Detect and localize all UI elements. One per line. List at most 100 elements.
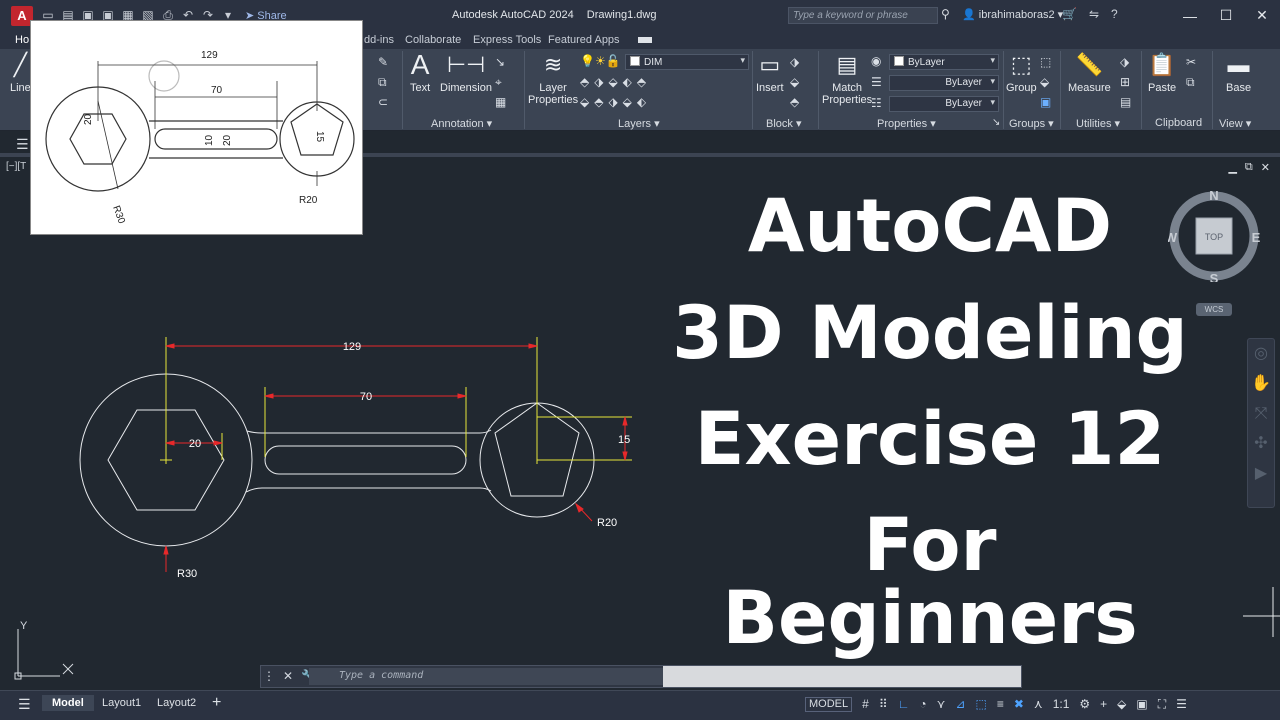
tab-layout2[interactable]: Layout2 xyxy=(157,697,196,709)
pan-icon[interactable]: ✋ xyxy=(1248,369,1274,399)
hamburger-menu-icon[interactable]: ☰ xyxy=(16,136,29,153)
block-attributes-icon[interactable]: ⬘ xyxy=(790,95,799,109)
workspace-gear-icon[interactable]: ⚙ xyxy=(1079,697,1090,712)
copy-clip-icon[interactable]: ⧉ xyxy=(1186,75,1195,90)
utilities-panel-title[interactable]: Utilities ▾ xyxy=(1076,117,1120,130)
properties-launcher-icon[interactable]: ↘ xyxy=(992,117,1000,128)
linetype-select[interactable]: ByLayer xyxy=(889,75,999,91)
clean-screen-icon[interactable]: ⛶ xyxy=(1158,697,1166,712)
lineweight-toggle-icon[interactable]: ≡ xyxy=(997,697,1004,712)
layer-tools-row-2[interactable]: ⬙⬘⬗⬙⬖ xyxy=(580,95,651,109)
tab-layout1[interactable]: Layout1 xyxy=(102,697,141,709)
lineweight-icon[interactable]: ☷ xyxy=(871,96,882,110)
viewcube-top-face[interactable]: TOP xyxy=(1205,232,1223,242)
command-close-icon[interactable]: ✕ xyxy=(283,669,293,683)
tab-add-ins[interactable]: dd-ins xyxy=(364,34,394,46)
table-icon[interactable]: ▦ xyxy=(495,95,506,109)
lineweight-select[interactable]: ByLayer xyxy=(889,96,999,112)
user-account[interactable]: 👤 ibrahimaboras2 ▾ xyxy=(962,8,1063,21)
layouts-menu-icon[interactable]: ☰ xyxy=(18,696,31,713)
connect-icon[interactable]: ⇋ xyxy=(1089,7,1099,21)
layer-select[interactable]: DIM xyxy=(625,54,749,70)
match-properties-button[interactable]: ▤ Match Properties xyxy=(822,51,872,106)
color-wheel-icon[interactable]: ◉ xyxy=(871,54,881,68)
insert-button[interactable]: ▭ Insert xyxy=(756,51,784,94)
measure-button[interactable]: 📏 Measure xyxy=(1068,51,1111,94)
clipboard-panel-title[interactable]: Clipboard xyxy=(1155,117,1202,129)
scale-value[interactable]: 1:1 xyxy=(1053,697,1070,712)
minimize-icon[interactable]: — xyxy=(1172,0,1208,31)
dimension-button[interactable]: ⊢⊣ Dimension xyxy=(440,51,492,94)
annotation-scale-icon[interactable]: ⋏ xyxy=(1034,697,1043,712)
wcs-menu[interactable]: WCS xyxy=(1196,303,1232,316)
erase-icon[interactable]: ✎ xyxy=(378,55,388,69)
create-block-icon[interactable]: ⬗ xyxy=(790,55,799,69)
orbit-icon[interactable]: ✣ xyxy=(1248,429,1274,459)
search-icon[interactable]: ⚲ xyxy=(941,7,950,21)
select-all-icon[interactable]: ⊞ xyxy=(1120,75,1130,89)
group-button[interactable]: ⬚ Group xyxy=(1006,51,1037,94)
cart-icon[interactable]: 🛒 xyxy=(1062,7,1077,21)
polar-icon[interactable]: ◔ xyxy=(919,697,926,712)
ortho-icon[interactable]: ∟ xyxy=(898,697,910,712)
viewcube-north[interactable]: N xyxy=(1209,190,1218,203)
tab-express-tools[interactable]: Express Tools xyxy=(473,34,541,46)
customization-icon[interactable]: ☰ xyxy=(1176,697,1187,712)
snap-icon[interactable]: ⠿ xyxy=(879,697,888,712)
properties-panel-title[interactable]: Properties ▾ xyxy=(877,117,936,130)
viewcube-west[interactable]: W xyxy=(1168,230,1178,245)
tab-featured-apps[interactable]: Featured Apps xyxy=(548,34,620,46)
leader-icon[interactable]: ↘ xyxy=(495,55,505,69)
quick-select-icon[interactable]: ⬗ xyxy=(1120,55,1129,69)
ungroup-icon[interactable]: ⬚ xyxy=(1040,55,1051,69)
paste-button[interactable]: 📋 Paste xyxy=(1148,51,1176,94)
viewcube[interactable]: TOP N S W E xyxy=(1168,190,1260,282)
linetype-icon[interactable]: ☰ xyxy=(871,75,882,89)
zoom-extents-icon[interactable]: ⤧ xyxy=(1248,399,1274,429)
layer-tools-row-1[interactable]: ⬘⬗⬙⬖⬘ xyxy=(580,75,651,89)
line-button[interactable]: ╱ Line xyxy=(10,51,31,94)
command-grip-icon[interactable]: ⋮ xyxy=(263,669,275,683)
copy-icon[interactable]: ⧉ xyxy=(378,75,387,90)
isodraft-icon[interactable]: ⋎ xyxy=(937,697,946,712)
otrack-icon[interactable]: ⬚ xyxy=(975,697,986,712)
grid-icon[interactable]: # xyxy=(862,697,869,712)
block-panel-title[interactable]: Block ▾ xyxy=(766,117,801,130)
command-input[interactable]: Type a command xyxy=(309,668,663,685)
help-icon[interactable]: ? xyxy=(1111,7,1118,21)
text-button[interactable]: A Text xyxy=(410,51,430,95)
close-icon[interactable]: ✕ xyxy=(1244,0,1280,31)
add-layout-icon[interactable]: + xyxy=(212,694,221,712)
viewcube-south[interactable]: S xyxy=(1210,271,1219,282)
tab-collaborate[interactable]: Collaborate xyxy=(405,34,461,46)
markup-icon[interactable]: ⌖ xyxy=(495,75,502,90)
group-selection-icon[interactable]: ▣ xyxy=(1040,95,1051,109)
search-input[interactable]: Type a keyword or phrase xyxy=(788,7,938,24)
tab-home[interactable]: Ho xyxy=(15,34,29,46)
offset-icon[interactable]: ⊂ xyxy=(378,95,388,109)
isolate-icon[interactable]: ⬙ xyxy=(1117,697,1126,712)
edit-block-icon[interactable]: ⬙ xyxy=(790,75,799,89)
osnap-icon[interactable]: ⊿ xyxy=(955,697,965,712)
color-select[interactable]: ByLayer xyxy=(889,54,999,70)
ribbon-minimize-toggle[interactable] xyxy=(638,37,652,43)
plus-icon[interactable]: + xyxy=(1100,697,1107,712)
annotation-monitor-icon[interactable]: ✖ xyxy=(1014,697,1024,712)
annotation-panel-title[interactable]: Annotation ▾ xyxy=(431,117,492,130)
maximize-icon[interactable]: ☐ xyxy=(1208,0,1244,31)
model-space-toggle[interactable]: MODEL xyxy=(805,697,853,712)
group-edit-icon[interactable]: ⬙ xyxy=(1040,75,1049,89)
base-button[interactable]: ▬ Base xyxy=(1226,51,1251,94)
layer-properties-button[interactable]: ≋ Layer Properties xyxy=(528,51,578,106)
cut-icon[interactable]: ✂ xyxy=(1186,55,1196,69)
viewcube-east[interactable]: E xyxy=(1252,230,1260,245)
layer-on-icon[interactable]: 💡☀🔓 xyxy=(580,54,621,68)
view-panel-title[interactable]: View ▾ xyxy=(1219,117,1251,130)
layers-panel-title[interactable]: Layers ▾ xyxy=(618,117,660,130)
groups-panel-title[interactable]: Groups ▾ xyxy=(1009,117,1054,130)
showmotion-icon[interactable]: ▶ xyxy=(1248,459,1274,489)
tab-model[interactable]: Model xyxy=(42,695,94,711)
steering-wheel-icon[interactable]: ◎ xyxy=(1248,339,1274,369)
hardware-accel-icon[interactable]: ▣ xyxy=(1136,697,1147,712)
calculator-icon[interactable]: ▤ xyxy=(1120,95,1131,109)
